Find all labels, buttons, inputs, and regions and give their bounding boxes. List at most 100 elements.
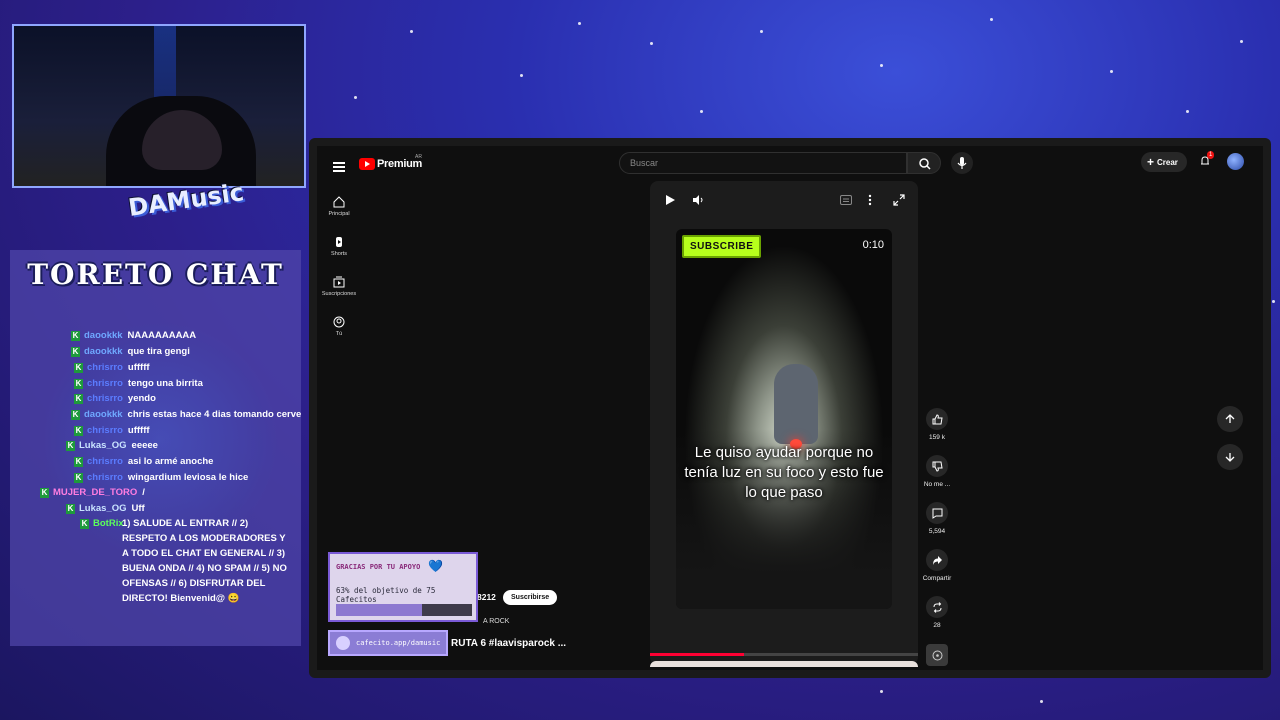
dislike-label: No me ... <box>923 481 951 488</box>
chat-text: 1) SALUDE AL ENTRAR // 2) RESPETO A LOS … <box>122 518 287 604</box>
chat-username[interactable]: chrisrro <box>87 362 123 373</box>
player-controls <box>650 181 918 221</box>
kick-badge-icon: K <box>66 441 75 451</box>
sidebar-item-label: Suscripciones <box>321 291 357 297</box>
volume-icon[interactable] <box>692 194 704 206</box>
chat-text: chris estas hace 4 dias tomando cerveza <box>127 409 301 420</box>
sidebar-item-shorts[interactable]: Shorts <box>317 236 361 257</box>
chat-username[interactable]: chrisrro <box>87 393 123 404</box>
chat-username[interactable]: chrisrro <box>87 456 123 467</box>
arrow-up-icon <box>1225 414 1235 423</box>
chat-text: asi lo armé anoche <box>127 456 214 467</box>
sidebar-item-you[interactable]: Tú <box>317 316 361 337</box>
chat-text: tengo una birrita <box>127 378 203 389</box>
chat-title: TORETO CHAT <box>27 258 284 291</box>
create-label: Crear <box>1157 158 1178 167</box>
chat-username[interactable]: chrisrro <box>87 472 123 483</box>
captions-icon[interactable] <box>840 195 852 205</box>
chat-message: K BotRix 1) SALUDE AL ENTRAR // 2) RESPETO… <box>80 516 287 604</box>
search-button[interactable] <box>907 152 941 174</box>
share-button[interactable]: Compartir <box>921 549 953 582</box>
like-icon <box>932 413 943 424</box>
share-label: Compartir <box>922 575 952 582</box>
sidebar-item-label: Principal <box>328 211 350 217</box>
chat-username[interactable]: MUJER_DE_TORO <box>53 487 137 498</box>
chat-text: Uff <box>131 503 145 514</box>
chat-username[interactable]: Lukas_OG <box>79 440 127 451</box>
chat-message: Kdaookkk que tira gengi <box>71 344 190 359</box>
sidebar-item-home[interactable]: Principal <box>317 196 361 217</box>
sidebar-item-subscriptions[interactable]: Suscripciones <box>317 276 361 297</box>
chat-message: Kchrisrro ufffff <box>74 360 150 375</box>
plus-icon: + <box>1147 155 1155 169</box>
avatar[interactable] <box>1227 153 1244 170</box>
arrow-down-icon <box>1225 453 1235 462</box>
kick-badge-icon: K <box>74 473 83 483</box>
like-button[interactable]: 159 k <box>921 408 953 441</box>
remix-icon <box>933 601 941 613</box>
remix-button[interactable]: 28 <box>921 596 953 629</box>
remix-count: 28 <box>933 622 941 629</box>
chat-message: K Lukas_OG Uff <box>66 501 145 516</box>
chat-message: Kdaookkk chris estas hace 4 dias tomando … <box>71 407 301 422</box>
chat-username[interactable]: daookkk <box>84 346 123 357</box>
chat-username[interactable]: chrisrro <box>87 378 123 389</box>
chat-text: eeeee <box>131 440 158 451</box>
heart-icon: 💙 <box>428 559 443 573</box>
notification-count-badge: 1 <box>1207 151 1215 159</box>
video-time: 0:10 <box>862 239 884 251</box>
donation-progress-fill <box>336 604 422 616</box>
cafecito-link: cafecito.app/damusic <box>328 630 448 656</box>
dislike-button[interactable]: No me ... <box>921 455 953 488</box>
donation-progress-text: 63% del objetivo de 75 Cafecitos <box>336 586 436 604</box>
music-info[interactable]: A ROCK <box>483 618 509 625</box>
subscribe-button[interactable]: Suscribirse <box>503 590 558 605</box>
kick-badge-icon: K <box>71 410 80 420</box>
youtube-logo-icon[interactable] <box>359 158 375 170</box>
fullscreen-icon[interactable] <box>893 194 905 206</box>
chat-text: yendo <box>127 393 156 404</box>
video-progress-fill <box>650 653 744 656</box>
shorts-player[interactable]: SUBSCRIBE 0:10 Le quiso ayudar porque no… <box>650 181 918 667</box>
chat-username[interactable]: daookkk <box>84 409 123 420</box>
video-title[interactable]: RUTA 6 #laavisparock ... <box>451 638 566 649</box>
comments-icon <box>932 508 942 519</box>
voice-search-button[interactable] <box>951 152 973 174</box>
chat-message: K Lukas_OG eeeee <box>66 438 158 453</box>
search-input[interactable] <box>620 153 906 173</box>
video-caption: Le quiso ayudar porque no tenía luz en s… <box>684 444 884 501</box>
kick-badge-icon: K <box>80 519 89 529</box>
chat-username[interactable]: daookkk <box>84 330 123 341</box>
more-options-icon[interactable] <box>868 194 872 206</box>
home-icon <box>333 196 345 208</box>
video-frame[interactable]: SUBSCRIBE 0:10 Le quiso ayudar porque no… <box>676 229 892 609</box>
chat-text: NAAAAAAAAA <box>127 330 197 341</box>
sound-thumbnail[interactable] <box>921 644 953 670</box>
subscriptions-icon <box>333 276 345 288</box>
dislike-icon <box>932 461 943 472</box>
chat-username[interactable]: BotRix <box>93 518 124 529</box>
chat-username[interactable]: Lukas_OG <box>79 503 127 514</box>
comments-button[interactable]: 5,594 <box>921 502 953 535</box>
search-icon <box>919 158 931 170</box>
video-rider <box>774 364 818 444</box>
video-progress-bar[interactable] <box>650 653 918 656</box>
you-icon <box>333 316 345 328</box>
create-button[interactable]: + Crear <box>1141 152 1187 172</box>
chat-message: Kchrisrro wingardium leviosa le hice <box>74 470 248 485</box>
play-icon[interactable] <box>664 194 676 206</box>
previous-video-button[interactable] <box>1217 406 1243 432</box>
mic-icon <box>957 157 967 169</box>
chat-text: / <box>142 487 145 498</box>
menu-icon[interactable] <box>333 162 345 172</box>
kick-badge-icon: K <box>40 488 49 498</box>
shorts-icon <box>336 237 342 247</box>
channel-handle[interactable]: 8212 <box>477 592 496 602</box>
search-box[interactable] <box>619 152 907 174</box>
chat-username[interactable]: chrisrro <box>87 425 123 436</box>
sidebar-item-label: Shorts <box>331 251 347 257</box>
chat-message: Kchrisrro asi lo armé anoche <box>74 454 213 469</box>
next-video-button[interactable] <box>1217 444 1243 470</box>
comments-count: 5,594 <box>928 528 946 535</box>
chat-message: Kdaookkk NAAAAAAAAA <box>71 328 196 343</box>
